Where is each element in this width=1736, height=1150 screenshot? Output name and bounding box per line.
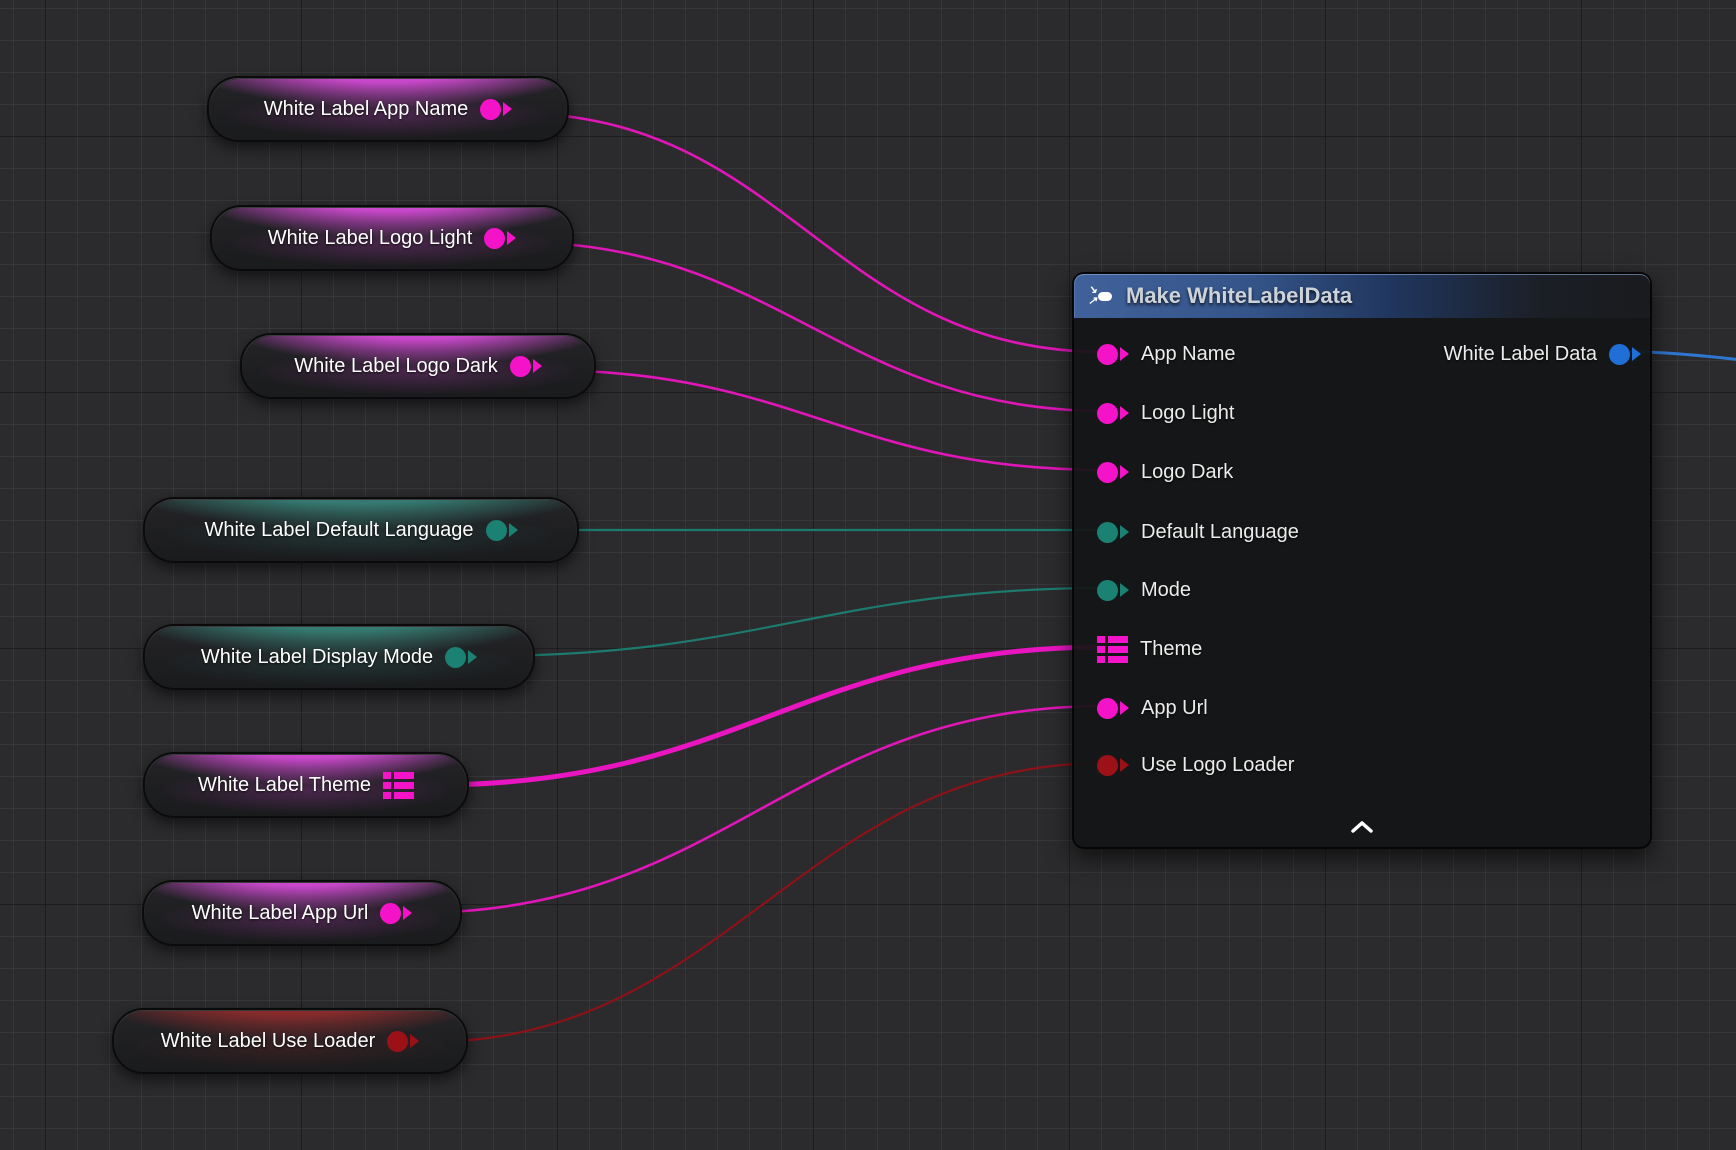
pin-label: Use Logo Loader [1141, 754, 1294, 777]
string-output-pin-icon[interactable] [380, 903, 412, 924]
bool-output-pin-icon[interactable] [387, 1031, 419, 1052]
struct-output-pin-icon[interactable] [383, 772, 414, 799]
input-pin-row-theme[interactable]: Theme [1074, 635, 1202, 663]
node-title: Make WhiteLabelData [1126, 283, 1352, 309]
wire-logo-light[interactable] [515, 242, 1106, 411]
output-pin-row-white-label-data[interactable]: White Label Data [1444, 340, 1641, 368]
getter-node-white-label-logo-light[interactable]: White Label Logo Light [210, 205, 574, 271]
pin-label: App Name [1141, 343, 1236, 366]
input-pin-row-default-language[interactable]: Default Language [1074, 518, 1299, 546]
getter-node-white-label-use-loader[interactable]: White Label Use Loader [112, 1008, 468, 1074]
pin-label: Theme [1140, 638, 1202, 661]
struct-input-pin-icon[interactable] [1097, 636, 1128, 663]
getter-node-white-label-app-url[interactable]: White Label App Url [142, 880, 462, 946]
pin-label: App Url [1141, 697, 1208, 720]
enum-output-pin-icon[interactable] [445, 647, 477, 668]
pin-label: Logo Light [1141, 402, 1234, 425]
getter-label: White Label Logo Dark [294, 355, 497, 378]
getter-label: White Label Display Mode [201, 646, 433, 669]
input-pin-row-mode[interactable]: Mode [1074, 576, 1191, 604]
bool-input-pin-icon[interactable] [1097, 755, 1129, 776]
string-input-pin-icon[interactable] [1097, 462, 1129, 483]
make-whitelabeldata-node[interactable]: ↘↗ Make WhiteLabelData App Name Logo Lig… [1072, 272, 1652, 849]
getter-label: White Label Logo Light [268, 227, 473, 250]
enum-output-pin-icon[interactable] [486, 520, 518, 541]
getter-node-white-label-default-language[interactable]: White Label Default Language [143, 497, 579, 563]
pin-label: Logo Dark [1141, 461, 1233, 484]
getter-node-white-label-theme[interactable]: White Label Theme [143, 752, 469, 818]
string-output-pin-icon[interactable] [480, 99, 512, 120]
input-pin-row-logo-light[interactable]: Logo Light [1074, 399, 1234, 427]
enum-input-pin-icon[interactable] [1097, 522, 1129, 543]
string-input-pin-icon[interactable] [1097, 698, 1129, 719]
wire-logo-dark[interactable] [540, 370, 1106, 470]
getter-node-white-label-app-name[interactable]: White Label App Name [207, 76, 569, 142]
getter-label: White Label Theme [198, 774, 371, 797]
make-struct-icon: ↘↗ [1088, 284, 1114, 308]
wire-app-url[interactable] [412, 706, 1106, 913]
wire-app-name[interactable] [512, 113, 1106, 352]
input-pin-row-logo-dark[interactable]: Logo Dark [1074, 458, 1233, 486]
getter-label: White Label App Name [264, 98, 469, 121]
getter-node-white-label-logo-dark[interactable]: White Label Logo Dark [240, 333, 596, 399]
getter-label: White Label App Url [192, 902, 369, 925]
input-pin-row-app-url[interactable]: App Url [1074, 694, 1208, 722]
node-header[interactable]: ↘↗ Make WhiteLabelData [1074, 274, 1650, 318]
getter-node-white-label-display-mode[interactable]: White Label Display Mode [143, 624, 535, 690]
pin-label: Mode [1141, 579, 1191, 602]
wire-display-mode[interactable] [483, 588, 1106, 656]
getter-label: White Label Use Loader [161, 1030, 376, 1053]
string-output-pin-icon[interactable] [510, 356, 542, 377]
enum-input-pin-icon[interactable] [1097, 580, 1129, 601]
getter-label: White Label Default Language [204, 519, 473, 542]
string-input-pin-icon[interactable] [1097, 403, 1129, 424]
input-pin-row-app-name[interactable]: App Name [1074, 340, 1236, 368]
pin-label: White Label Data [1444, 343, 1597, 366]
input-pin-row-use-logo-loader[interactable]: Use Logo Loader [1074, 751, 1294, 779]
blueprint-graph-canvas[interactable]: White Label App Name White Label Logo Li… [0, 0, 1736, 1150]
chevron-up-icon[interactable] [1341, 817, 1383, 840]
string-input-pin-icon[interactable] [1097, 344, 1129, 365]
object-output-pin-icon[interactable] [1609, 344, 1641, 365]
pin-label: Default Language [1141, 521, 1299, 544]
string-output-pin-icon[interactable] [484, 228, 516, 249]
